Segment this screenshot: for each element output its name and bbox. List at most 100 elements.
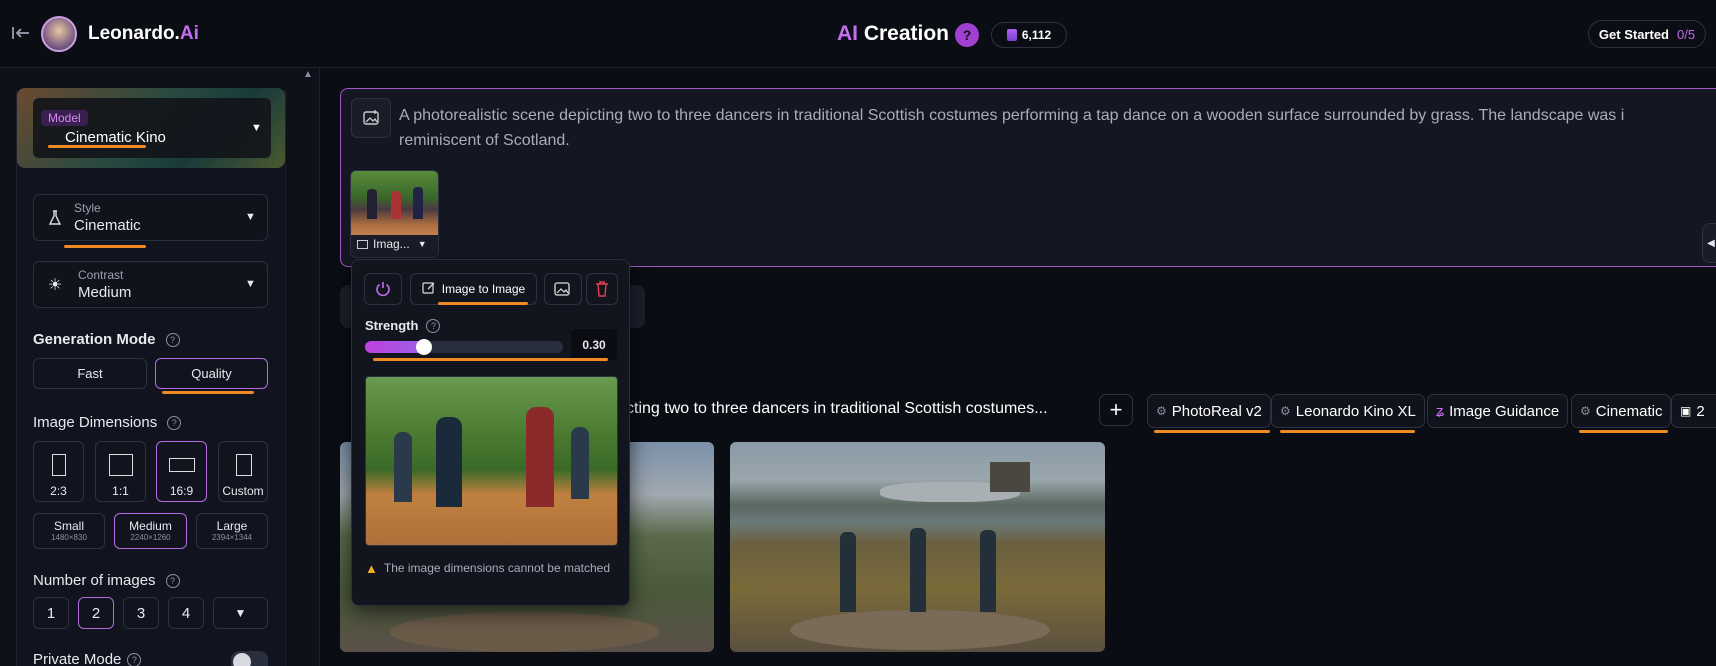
ratio-custom-button[interactable]: Custom [218,441,268,502]
size-small-button[interactable]: Small 1480×830 [33,513,105,549]
chip-cinematic[interactable]: ⚙ Cinematic [1571,394,1672,428]
credits-badge[interactable]: 6,112 [991,22,1067,48]
contrast-dropdown[interactable]: ☀ Contrast Medium ▼ [33,261,268,308]
gear-icon: ⚙ [1156,404,1167,418]
help-button[interactable]: ? [955,23,979,47]
image-to-image-highlight [438,302,528,305]
model-card[interactable]: Model Cinematic Kino ▼ [17,88,285,168]
image-guidance-thumbnail[interactable]: Imag... ▼ [350,170,439,258]
portrait-ratio-icon [52,454,66,476]
chip-image-count[interactable]: ▣ 2 [1671,394,1716,428]
castle [990,462,1030,492]
dancer-figure [526,407,554,507]
prompt-box[interactable]: A photorealistic scene depicting two to … [340,88,1716,267]
dancer-figure [367,189,377,219]
count-2-button[interactable]: 2 [78,597,114,629]
prompt-text-line-2[interactable]: reminiscent of Scotland. [399,132,570,150]
image-upload-button[interactable] [351,98,391,138]
size-medium-button[interactable]: Medium 2240×1260 [114,513,187,549]
size-large-button[interactable]: Large 2394×1344 [196,513,268,549]
prompt-text-line-1[interactable]: A photorealistic scene depicting two to … [399,107,1624,125]
warning-row: ▲ The image dimensions cannot be matched [365,560,615,577]
warning-text: The image dimensions cannot be matched [383,561,611,575]
help-circle-icon[interactable]: ? [127,652,142,666]
replace-image-button[interactable] [544,273,582,305]
model-highlight [48,145,146,148]
stage-ellipse [790,610,1050,650]
mode-fast-button[interactable]: Fast [33,358,147,389]
ratio-2-3-button[interactable]: 2:3 [33,441,84,502]
help-circle-icon[interactable]: ? [165,332,180,347]
prompt-side-handle[interactable]: ◀ [1702,223,1716,263]
credits-count: 6,112 [1021,28,1052,42]
strength-highlight [373,358,608,361]
add-prompt-button[interactable]: + [1099,394,1133,426]
dancer-figure [910,528,926,612]
sun-icon: ☀ [47,277,63,294]
generated-image-2[interactable] [730,442,1105,652]
style-value: Cinematic [74,217,141,234]
chip-image-guidance[interactable]: ʑ Image Guidance [1427,394,1569,428]
thumbnail-label-row[interactable]: Imag... ▼ [357,237,427,251]
model-label: Model [41,110,88,126]
gear-icon: ⚙ [1580,404,1591,418]
get-started-progress: 0/5 [1677,26,1696,42]
private-mode-toggle[interactable] [231,651,268,666]
model-value: Cinematic Kino [65,129,166,146]
square-ratio-icon [109,454,133,476]
dancer-figure [436,417,462,507]
thumbnail-image [351,171,438,235]
brand-text: Leonardo. [88,23,180,44]
count-1-button[interactable]: 1 [33,597,69,629]
help-circle-icon[interactable]: ? [426,318,441,333]
strength-label: Strength [365,318,419,333]
delete-button[interactable] [586,273,618,305]
ratio-16-9-button[interactable]: 16:9 [156,441,207,502]
count-label: 3 [136,604,146,622]
strength-slider[interactable] [365,339,563,355]
title-ai: AI [837,22,858,45]
help-circle-icon[interactable]: ? [165,573,180,588]
model-selector[interactable]: Model Cinematic Kino ▼ [33,98,271,158]
dancer-figure [394,432,412,502]
strength-value: 0.30 [582,337,606,352]
brand-ai-text: Ai [179,23,199,44]
images-icon: ▣ [1680,404,1692,418]
image-to-image-button[interactable]: Image to Image [410,273,537,305]
chip-leonardo-kino[interactable]: ⚙ Leonardo Kino XL [1271,394,1425,428]
generation-mode-title: Generation Mode ? [33,331,180,348]
back-arrow-icon[interactable] [10,22,32,44]
dancer-figure [840,532,856,612]
scroll-up-icon[interactable]: ▲ [300,68,316,80]
strength-value-box[interactable]: 0.30 [571,329,617,360]
brand-name[interactable]: Leonardo.Ai [88,23,199,45]
image-guidance-popover: Image to Image Strength ? 0.30 ▲ The ima… [351,259,630,606]
chip-kino-highlight [1280,430,1415,433]
count-4-button[interactable]: 4 [168,597,204,629]
custom-ratio-icon [236,454,252,476]
power-toggle-button[interactable] [364,273,402,305]
strength-slider-knob[interactable] [416,339,433,355]
chip-label: 2 [1696,402,1705,420]
chip-cinematic-highlight [1579,430,1668,433]
edit-icon [422,281,436,298]
generation-prompt-preview[interactable]: cting two to three dancers in traditiona… [626,400,1048,418]
help-circle-icon[interactable]: ? [167,415,182,430]
leonardo-logo[interactable] [41,16,77,52]
quality-highlight [162,391,254,394]
chip-photoreal[interactable]: ⚙ PhotoReal v2 [1147,394,1271,428]
title-rest: Creation [858,22,950,45]
private-mode-label: Private Mode [33,651,122,666]
get-started-button[interactable]: Get Started 0/5 [1588,20,1706,48]
chip-label: PhotoReal v2 [1171,402,1262,420]
count-more-dropdown[interactable]: ▼ [213,597,268,629]
count-label: 2 [91,604,101,622]
dancer-figure [413,187,423,219]
count-3-button[interactable]: 3 [123,597,159,629]
toggle-knob [233,653,251,666]
number-of-images-label: Number of images [33,572,156,589]
style-dropdown[interactable]: Style Cinematic ▼ [33,194,268,241]
chip-label: Cinematic [1595,402,1663,420]
mode-quality-button[interactable]: Quality [155,358,268,389]
ratio-1-1-button[interactable]: 1:1 [95,441,146,502]
